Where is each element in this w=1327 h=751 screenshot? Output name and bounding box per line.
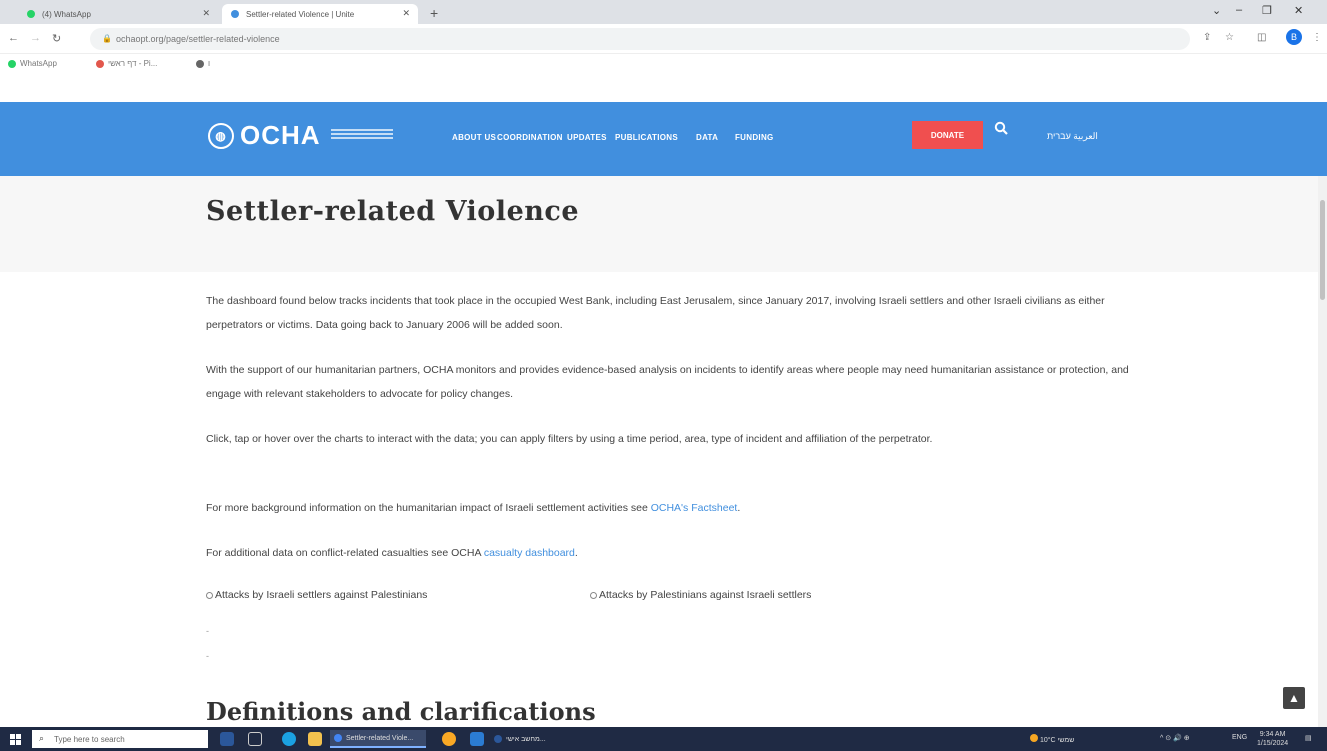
definitions-heading: Definitions and clarifications (206, 697, 596, 726)
file-explorer-icon[interactable] (308, 732, 322, 746)
close-tab-icon[interactable]: ✕ (402, 8, 410, 19)
close-tab-icon[interactable]: ✕ (202, 8, 210, 19)
instructions-paragraph: Click, tap or hover over the charts to i… (206, 433, 933, 445)
taskbar-chrome-window[interactable]: Settler-related Viole... (330, 730, 426, 748)
radio-label: Attacks by Palestinians against Israeli … (599, 589, 812, 601)
weather-widget[interactable]: 10°C שמשי (1030, 734, 1074, 744)
chrome-icon (334, 734, 342, 742)
forward-arrow-icon[interactable]: → (30, 32, 41, 44)
bookmark-pi[interactable]: דף ראשי - Pi... (96, 59, 157, 68)
factsheet-paragraph: For more background information on the h… (206, 496, 1146, 520)
input-language[interactable]: ENG (1232, 734, 1247, 741)
intro-paragraph: The dashboard found below tracks inciden… (206, 295, 1105, 331)
title-band (0, 176, 1327, 272)
browser-tab-bar: (4) WhatsApp ✕ Settler-related Violence … (0, 0, 1327, 24)
ocha-favicon-icon (231, 10, 239, 18)
weather-sun-icon (1030, 734, 1038, 742)
url-text: ochaopt.org/page/settler-related-violenc… (116, 34, 280, 44)
language-switcher[interactable]: العربية עברית (1047, 131, 1098, 142)
casualty-text: For additional data on conflict-related … (206, 547, 484, 559)
clock-time: 9:34 AM (1259, 731, 1286, 738)
bookmark-third[interactable]: ו (196, 59, 210, 68)
minimize-button[interactable]: – (1236, 4, 1242, 16)
taskbar-app-label: Settler-related Viole... (346, 734, 414, 742)
nav-updates[interactable]: UPDATES (567, 133, 607, 142)
bookmark-star-icon[interactable]: ☆ (1225, 32, 1234, 43)
un-emblem-icon: ◍ (208, 122, 234, 149)
taskbar-second-window[interactable]: מחשב אישי... (490, 730, 580, 748)
nav-coordination[interactable]: COORDINATION (497, 133, 563, 142)
logo-tagline (330, 128, 393, 143)
task-view-icon[interactable] (248, 732, 262, 746)
support-paragraph: With the support of our humanitarian par… (206, 364, 1129, 400)
donate-button[interactable]: DONATE (912, 121, 983, 149)
bookmark-whatsapp[interactable]: WhatsApp (8, 59, 57, 68)
address-bar-row: ← → ↻ 🔒 ochaopt.org/page/settler-related… (0, 24, 1327, 54)
factsheet-suffix: . (737, 502, 741, 514)
new-tab-button[interactable]: + (430, 5, 438, 21)
clock-date: 1/15/2024 (1257, 740, 1289, 747)
nav-funding[interactable]: FUNDING (735, 133, 774, 142)
search-icon: ⌕ (39, 733, 45, 743)
placeholder-bullet: - (206, 626, 209, 636)
tab-whatsapp[interactable]: (4) WhatsApp ✕ (18, 4, 218, 24)
tray-icons[interactable]: ^ ⊙ 🔊 ⊕ (1160, 734, 1190, 742)
bookmark-favicon-icon (96, 59, 104, 68)
search-icon[interactable] (994, 121, 1008, 135)
nav-about-us[interactable]: ABOUT US (452, 133, 496, 142)
widgets-icon[interactable] (220, 732, 234, 746)
casualty-dashboard-link[interactable]: casualty dashboard (484, 547, 575, 559)
logo-text: OCHA (240, 120, 321, 150)
word-icon (494, 735, 502, 743)
tab-settler-violence[interactable]: Settler-related Violence | Unite ✕ (222, 4, 418, 24)
side-panel-icon[interactable]: ◫ (1257, 32, 1266, 43)
bookmarks-bar: WhatsApp דף ראשי - Pi... ו (0, 54, 1327, 74)
whatsapp-favicon-icon (27, 10, 35, 18)
weather-text: 10°C שמשי (1039, 737, 1075, 744)
bookmark-label: דף ראשי - Pi... (108, 59, 158, 68)
back-arrow-icon[interactable]: ← (8, 32, 19, 44)
profile-avatar[interactable]: B (1286, 29, 1302, 45)
outlook-icon[interactable] (470, 732, 484, 746)
bookmark-label: ו (208, 59, 211, 68)
windows-taskbar: ⌕ Type here to search Settler-related Vi… (0, 727, 1327, 751)
close-window-button[interactable]: ✕ (1294, 4, 1303, 17)
tab-label: Settler-related Violence | Unite (246, 9, 355, 19)
tab-search-icon[interactable]: ⌄ (1212, 4, 1221, 17)
windows-start-icon[interactable] (10, 734, 21, 745)
maximize-button[interactable]: ❐ (1262, 4, 1272, 17)
url-field[interactable]: 🔒 ochaopt.org/page/settler-related-viole… (90, 28, 1190, 50)
taskbar-search-input[interactable]: ⌕ Type here to search (32, 730, 208, 748)
taskbar-clock[interactable]: 9:34 AM 1/15/2024 (1257, 730, 1288, 748)
factsheet-text: For more background information on the h… (206, 502, 651, 514)
radio-settlers-against-palestinians[interactable]: Attacks by Israeli settlers against Pale… (206, 589, 427, 601)
casualty-paragraph: For additional data on conflict-related … (206, 541, 1146, 565)
tab-label: (4) WhatsApp (42, 9, 91, 19)
radio-label: Attacks by Israeli settlers against Pale… (215, 589, 428, 601)
scroll-to-top-button[interactable]: ▲ (1283, 687, 1305, 709)
factsheet-link[interactable]: OCHA's Factsheet (651, 502, 738, 514)
radio-palestinians-against-settlers[interactable]: Attacks by Palestinians against Israeli … (590, 589, 811, 601)
share-icon[interactable]: ⇪ (1203, 32, 1211, 43)
whatsapp-icon (8, 59, 16, 68)
app-icon[interactable] (442, 732, 456, 746)
ocha-logo[interactable]: ◍ OCHA (208, 120, 393, 151)
placeholder-bullet: - (206, 651, 209, 661)
bookmark-favicon-icon (196, 59, 204, 68)
notifications-icon[interactable]: ▤ (1305, 734, 1312, 742)
radio-circle-icon[interactable] (590, 591, 597, 599)
radio-circle-icon[interactable] (206, 591, 213, 599)
bookmark-label: WhatsApp (20, 59, 57, 68)
menu-kebab-icon[interactable]: ⋮ (1312, 32, 1322, 43)
nav-data[interactable]: DATA (696, 133, 718, 142)
nav-publications[interactable]: PUBLICATIONS (615, 133, 678, 142)
search-placeholder: Type here to search (54, 734, 125, 744)
scrollbar-thumb[interactable] (1320, 200, 1325, 300)
edge-browser-icon[interactable] (282, 732, 296, 746)
taskbar-app-label: מחשב אישי... (506, 735, 546, 743)
lock-icon: 🔒 (102, 34, 112, 43)
reload-icon[interactable]: ↻ (52, 32, 61, 45)
page-title: Settler-related Violence (206, 196, 579, 227)
casualty-suffix: . (574, 547, 578, 559)
